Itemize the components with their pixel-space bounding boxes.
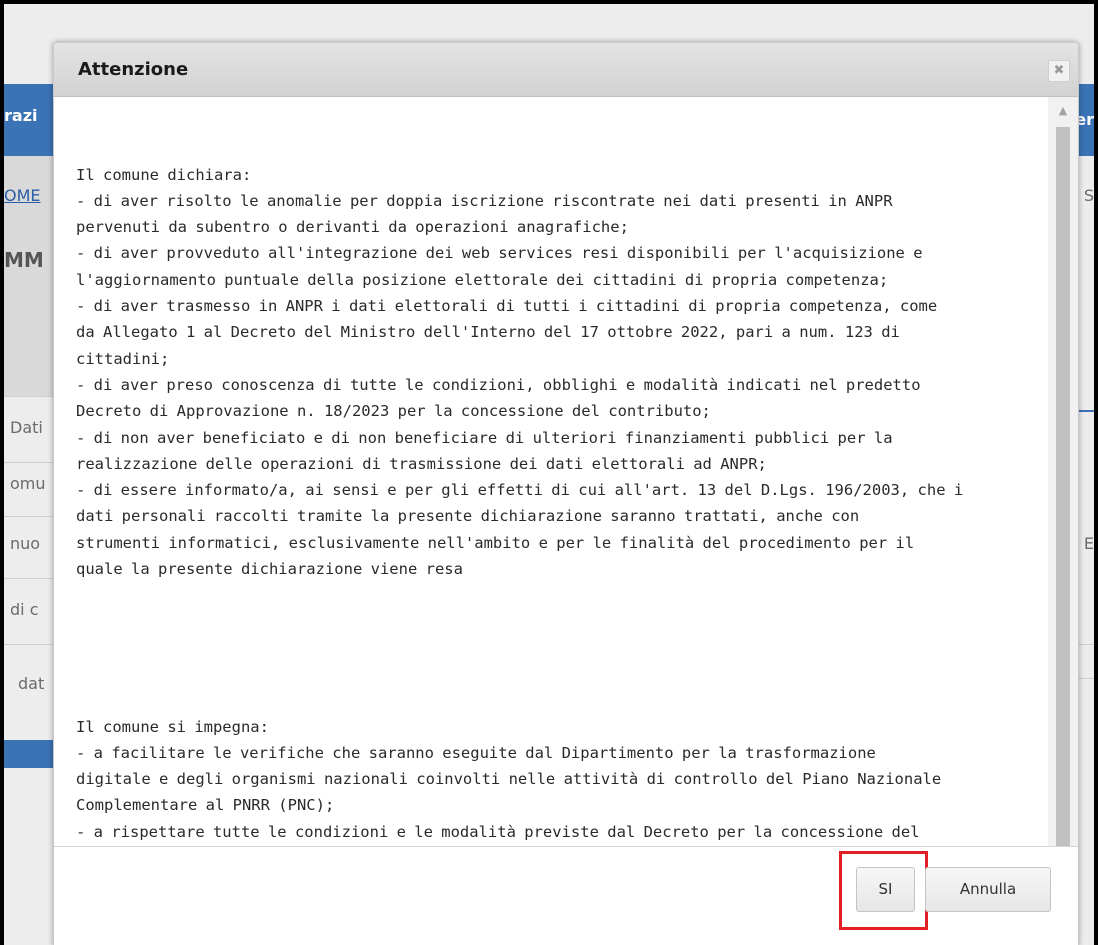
text-line: l'aggiornamento puntuale della posizione… (76, 270, 889, 289)
text-line: dati personali raccolti tramite la prese… (76, 507, 860, 526)
text-line: cittadini; (76, 349, 170, 368)
dialog-title: Attenzione (78, 59, 189, 80)
text-line: Complementare al PNRR (PNC); (76, 796, 335, 815)
scrollbar-thumb[interactable] (1056, 127, 1070, 847)
declaration-section: Il comune dichiara: - di aver risolto le … (76, 162, 1036, 583)
text-line: - a rispettare tutte le condizioni e le … (76, 822, 920, 841)
background-heading: MM (4, 248, 44, 272)
close-icon[interactable]: ✖ (1048, 60, 1070, 82)
dialog-footer: SI Annulla (54, 846, 1078, 945)
dialog-body: Il comune dichiara: - di aver risolto le … (54, 97, 1078, 877)
text-line: - di aver preso conoscenza di tutte le c… (76, 375, 921, 394)
text-line: realizzazione delle operazioni di trasmi… (76, 454, 767, 473)
text-line: digitale e degli organismi nazionali coi… (76, 770, 942, 789)
text-line: da Allegato 1 al Decreto del Ministro de… (76, 323, 900, 342)
text-line: - di aver trasmesso in ANPR i dati elett… (76, 297, 938, 316)
scroll-up-arrow-icon[interactable]: ▲ (1048, 97, 1078, 125)
text-line: Decreto di Approvazione n. 18/2023 per l… (76, 402, 711, 421)
dialog-header: Attenzione ✖ (54, 43, 1078, 97)
background-row-label: nuo (10, 534, 41, 553)
background-row-label: Dati (10, 418, 43, 437)
si-button[interactable]: SI (856, 867, 915, 912)
background-row-label: omu (10, 474, 46, 493)
text-line: - di aver provveduto all'integrazione de… (76, 244, 923, 263)
text-line: - di non aver beneficiato e di non benef… (76, 428, 893, 447)
declaration-text: Il comune dichiara: - di aver risolto le … (76, 109, 1036, 877)
background-band-text-left: razi (4, 106, 38, 125)
background-side-text: E (1083, 534, 1094, 553)
text-line: Il comune dichiara: (76, 165, 252, 184)
background-row-label: dat (18, 674, 45, 693)
text-line: pervenuti da subentro o derivanti da ope… (76, 218, 629, 237)
confirmation-dialog: Attenzione ✖ Il comune dichiara: - di ave… (53, 42, 1079, 945)
background-side-text: S (1083, 186, 1094, 205)
text-line: - a facilitare le verifiche che saranno … (76, 743, 876, 762)
text-line: - di essere informato/a, ai sensi e per … (76, 481, 964, 500)
text-line: Il comune si impegna: (76, 717, 269, 736)
text-line: - di aver risolto le anomalie per doppia… (76, 191, 893, 210)
text-line: strumenti informatici, esclusivamente ne… (76, 533, 915, 552)
background-breadcrumb-link[interactable]: OME (4, 186, 41, 205)
annulla-button[interactable]: Annulla (925, 867, 1051, 912)
text-line: quale la presente dichiarazione viene re… (76, 560, 463, 579)
background-row-label: di c (10, 600, 39, 619)
dialog-scrollbar[interactable]: ▲ ▼ (1048, 97, 1078, 877)
